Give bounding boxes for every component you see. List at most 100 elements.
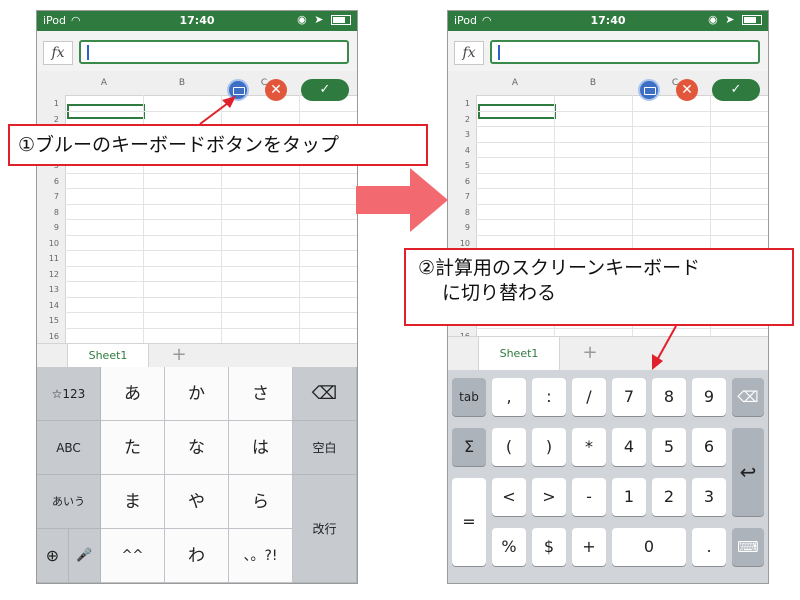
sheet-tab-bar: Sheet1 + (37, 343, 357, 368)
row-header[interactable]: 7 (37, 192, 59, 201)
key-ha[interactable]: は (229, 421, 293, 475)
row-header[interactable]: 16 (37, 332, 59, 341)
key-dakuten[interactable]: ^^ (101, 529, 165, 583)
key-multiply[interactable]: * (572, 428, 606, 466)
confirm-edit-button[interactable]: ✓ (301, 79, 349, 101)
grid-line (65, 250, 357, 251)
key-abc[interactable]: ABC (37, 421, 101, 475)
grid-line (476, 126, 768, 127)
key-sa[interactable]: さ (229, 367, 293, 421)
key-greater-than[interactable]: > (532, 478, 566, 516)
key-hiragana[interactable]: あいう (37, 475, 101, 529)
row-header[interactable]: 5 (448, 161, 470, 170)
column-header-a[interactable]: A (65, 78, 143, 88)
cancel-edit-button[interactable]: ✕ (676, 79, 698, 101)
text-caret (87, 45, 89, 60)
backspace-icon[interactable]: ⌫ (293, 367, 357, 421)
keyboard-toggle-icon[interactable] (227, 79, 249, 101)
formula-input[interactable] (79, 40, 349, 64)
row-header[interactable]: 14 (37, 301, 59, 310)
selected-cell-a1[interactable] (67, 104, 145, 119)
key-ra[interactable]: ら (229, 475, 293, 529)
row-header[interactable]: 6 (37, 177, 59, 186)
row-header[interactable]: 8 (37, 208, 59, 217)
key-8[interactable]: 8 (652, 378, 686, 416)
add-sheet-button[interactable]: + (570, 337, 610, 363)
key-ka[interactable]: か (165, 367, 229, 421)
row-header[interactable]: 1 (37, 99, 59, 108)
row-header[interactable]: 7 (448, 192, 470, 201)
key-numbers[interactable]: ☆123 (37, 367, 101, 421)
row-header[interactable]: 9 (448, 223, 470, 232)
row-header[interactable]: 2 (448, 115, 470, 124)
key-0[interactable]: 0 (612, 528, 686, 566)
row-header[interactable]: 13 (37, 285, 59, 294)
key-9[interactable]: 9 (692, 378, 726, 416)
rotation-lock-icon: ◉ (708, 13, 720, 26)
key-ta[interactable]: た (101, 421, 165, 475)
grid-line (65, 296, 357, 298)
formula-input[interactable] (490, 40, 760, 64)
column-header-a[interactable]: A (476, 78, 554, 88)
key-2[interactable]: 2 (652, 478, 686, 516)
add-sheet-button[interactable]: + (159, 344, 199, 368)
sheet-tab-sheet1[interactable]: Sheet1 (67, 344, 149, 368)
row-header[interactable]: 6 (448, 177, 470, 186)
row-header[interactable]: 11 (37, 254, 59, 263)
column-header-b[interactable]: B (143, 78, 221, 88)
key-plus[interactable]: + (572, 528, 606, 566)
callout-step2: ②計算用のスクリーンキーボード に切り替わる (404, 248, 794, 326)
row-header[interactable]: 10 (448, 239, 470, 248)
row-header[interactable]: 2 (37, 115, 59, 124)
key-comma[interactable]: , (492, 378, 526, 416)
row-header[interactable]: 8 (448, 208, 470, 217)
spreadsheet-grid[interactable]: A B C 12345678910111213141516 ✕ ✓ (37, 71, 357, 344)
return-button[interactable]: 改行 (293, 475, 357, 583)
key-a[interactable]: あ (101, 367, 165, 421)
key-equals[interactable]: = (452, 478, 486, 566)
row-header[interactable]: 3 (448, 130, 470, 139)
key-1[interactable]: 1 (612, 478, 646, 516)
key-open-paren[interactable]: ( (492, 428, 526, 466)
row-header[interactable]: 4 (448, 146, 470, 155)
globe-icon[interactable]: ⊕ (37, 529, 69, 583)
keyboard-hide-icon[interactable]: ⌨ (732, 528, 764, 566)
key-6[interactable]: 6 (692, 428, 726, 466)
key-percent[interactable]: % (492, 528, 526, 566)
key-dollar[interactable]: $ (532, 528, 566, 566)
key-5[interactable]: 5 (652, 428, 686, 466)
key-decimal[interactable]: . (692, 528, 726, 566)
key-sum[interactable]: Σ (452, 428, 486, 466)
key-tab[interactable]: tab (452, 378, 486, 416)
key-ma[interactable]: ま (101, 475, 165, 529)
key-slash[interactable]: / (572, 378, 606, 416)
key-less-than[interactable]: < (492, 478, 526, 516)
key-wa[interactable]: わ (165, 529, 229, 583)
column-header-b[interactable]: B (554, 78, 632, 88)
key-7[interactable]: 7 (612, 378, 646, 416)
row-header[interactable]: 15 (37, 316, 59, 325)
confirm-edit-button[interactable]: ✓ (712, 79, 760, 101)
selected-cell-a1[interactable] (478, 104, 556, 119)
row-header[interactable]: 9 (37, 223, 59, 232)
space-button[interactable]: 空白 (293, 421, 357, 475)
cancel-edit-button[interactable]: ✕ (265, 79, 287, 101)
keyboard-toggle-icon[interactable] (638, 79, 660, 101)
sheet-tab-sheet1[interactable]: Sheet1 (478, 337, 560, 371)
key-4[interactable]: 4 (612, 428, 646, 466)
row-header[interactable]: 10 (37, 239, 59, 248)
sheet-tab-bar: Sheet1 + (448, 336, 768, 371)
key-ya[interactable]: や (165, 475, 229, 529)
key-3[interactable]: 3 (692, 478, 726, 516)
key-close-paren[interactable]: ) (532, 428, 566, 466)
key-na[interactable]: な (165, 421, 229, 475)
backspace-icon[interactable]: ⌫ (732, 378, 764, 416)
key-punctuation[interactable]: 、。?! (229, 529, 293, 583)
row-header[interactable]: 1 (448, 99, 470, 108)
key-colon[interactable]: : (532, 378, 566, 416)
key-minus[interactable]: - (572, 478, 606, 516)
callout-step1: ①ブルーのキーボードボタンをタップ (8, 124, 428, 166)
return-icon[interactable]: ↩ (732, 428, 764, 516)
microphone-icon[interactable]: 🎤 (69, 529, 101, 583)
row-header[interactable]: 12 (37, 270, 59, 279)
